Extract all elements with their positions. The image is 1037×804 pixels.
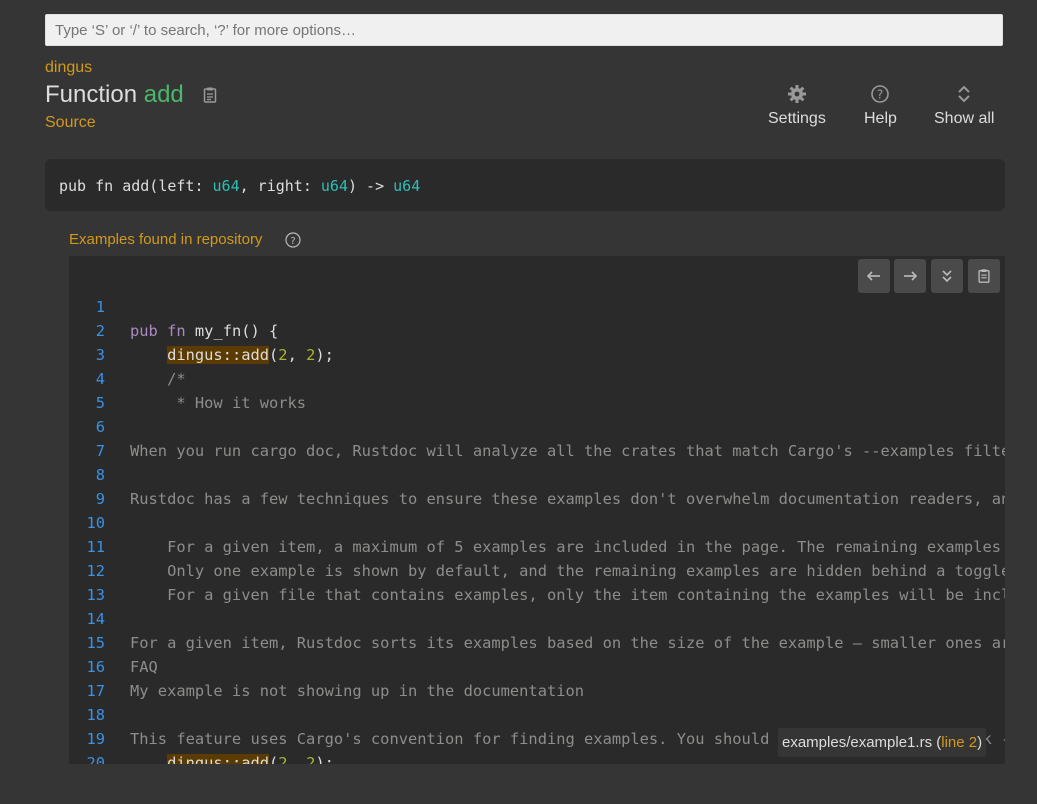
prev-example-button[interactable] (858, 259, 890, 293)
prev-icon (866, 271, 880, 281)
function-signature: pub fn add(left: u64, right: u64) -> u64 (45, 159, 1005, 211)
highlighted-call: dingus::add (167, 754, 270, 764)
code-line: 13 (69, 559, 1005, 604)
next-icon (904, 271, 918, 281)
code-line: 18 This feature uses Cargo's convention … (69, 679, 1005, 748)
crate-breadcrumb[interactable]: dingus (45, 59, 92, 77)
examples-header[interactable]: Examples found in repository (69, 231, 262, 248)
code-line: 8 Rustdoc has a few techniques to ensure… (69, 439, 1005, 508)
code-line: 16 My example is not showing up in the d… (69, 631, 1005, 700)
sig-type-left[interactable]: u64 (213, 177, 240, 195)
line-number: 20 (86, 754, 105, 764)
page-title: Function add (45, 81, 184, 109)
sig-return-type[interactable]: u64 (393, 177, 420, 195)
item-name[interactable]: add (144, 81, 184, 108)
item-kind: Function (45, 81, 138, 108)
code-line: 14 For a given item, Rustdoc sorts its e… (69, 583, 1005, 652)
search-input[interactable] (45, 14, 1003, 46)
help-label: Help (864, 110, 897, 127)
code-line: 19 dingus::add(2, 2); (69, 703, 1005, 764)
example-location-close: ) (977, 734, 983, 751)
example-file: examples/example1.rs ( (782, 734, 942, 751)
expand-icon (958, 85, 970, 103)
code-line: 4 * How it works (69, 343, 1005, 412)
code-line: 6 When you run cargo doc, Rustdoc will a… (69, 391, 1005, 460)
code-line: 5 (69, 367, 1005, 412)
copy-icon (978, 269, 990, 283)
code-line: 12 For a given file that contains exampl… (69, 535, 1005, 604)
sig-prefix: pub fn add(left: (59, 177, 213, 195)
sig-type-right[interactable]: u64 (321, 177, 348, 195)
settings-button[interactable]: Settings (768, 84, 826, 128)
sig-mid1: , right: (239, 177, 321, 195)
expand-down-icon (942, 270, 952, 283)
copy-example-button[interactable] (968, 259, 1000, 293)
code-line: 15 FAQ (69, 607, 1005, 676)
example-location: examples/example1.rs (line 2) (778, 728, 987, 757)
expand-example-button[interactable] (931, 259, 963, 293)
source-link[interactable]: Source (45, 114, 96, 132)
show-all-button[interactable]: Show all (934, 84, 994, 128)
gear-icon (787, 85, 806, 103)
code-line: 17 (69, 655, 1005, 700)
svg-text:?: ? (290, 236, 295, 247)
code-line: 11 Only one example is shown by default,… (69, 511, 1005, 580)
help-icon: ? (871, 85, 890, 103)
help-button[interactable]: ? Help (864, 84, 897, 128)
sig-mid2: ) -> (348, 177, 394, 195)
code-line: 9 (69, 463, 1005, 508)
code-line: 10 For a given item, a maximum of 5 exam… (69, 487, 1005, 556)
code-line: 2 dingus::add(2, 2); (69, 295, 1005, 364)
show-all-label: Show all (934, 110, 995, 127)
code-line: 3 /* (69, 319, 1005, 388)
svg-text:?: ? (877, 87, 883, 101)
copy-icon[interactable] (201, 86, 219, 104)
settings-label: Settings (768, 110, 826, 127)
example-line-link[interactable]: line 2 (941, 734, 977, 751)
example-code-block: 1 pub fn my_fn() { 2 dingus::add(2, 2); … (69, 256, 1005, 764)
next-example-button[interactable] (894, 259, 926, 293)
help-icon[interactable]: ? (285, 232, 301, 248)
code-line: 7 (69, 415, 1005, 460)
